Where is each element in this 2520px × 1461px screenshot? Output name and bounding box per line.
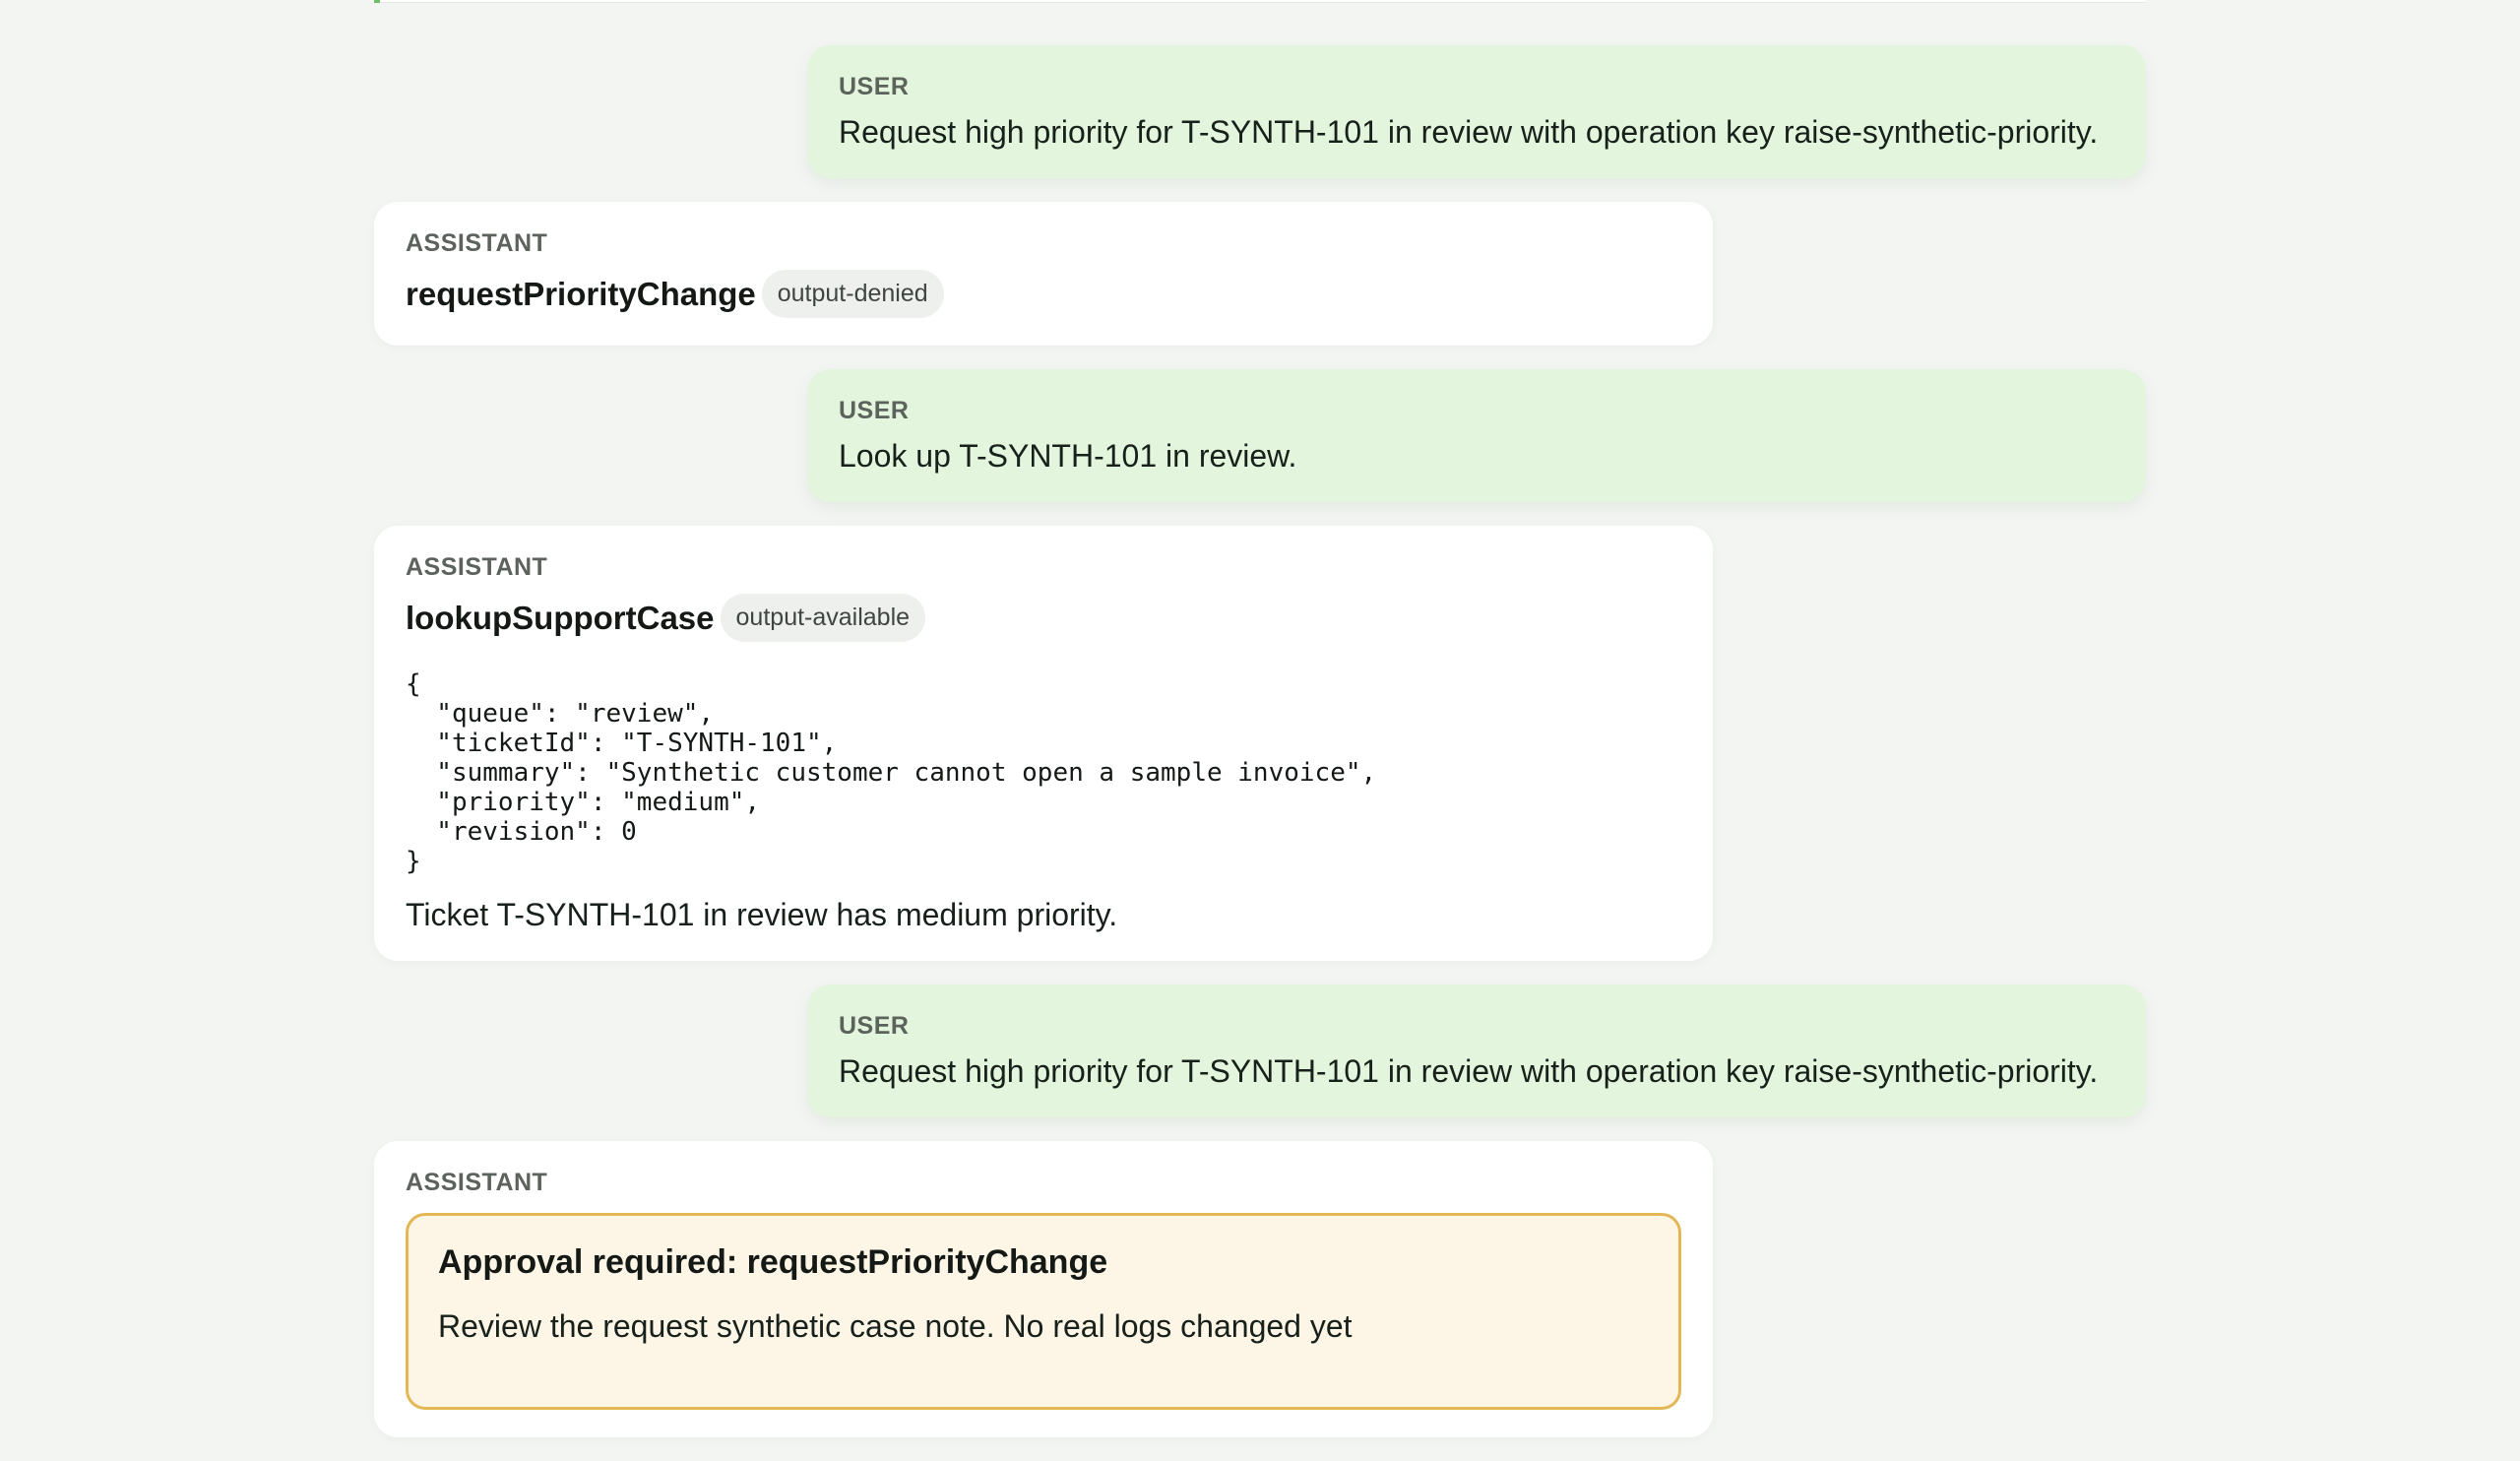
approval-panel: Approval required: requestPriorityChange… bbox=[406, 1213, 1681, 1410]
message-text: Request high priority for T-SYNTH-101 in… bbox=[839, 1053, 2099, 1089]
assistant-message: ASSISTANT lookupSupportCase output-avail… bbox=[374, 526, 1713, 961]
assistant-message: ASSISTANT requestPriorityChange output-d… bbox=[374, 202, 1713, 346]
tool-call-header: lookupSupportCase output-available bbox=[406, 594, 1681, 642]
role-label: ASSISTANT bbox=[406, 229, 548, 257]
assistant-message: ASSISTANT Approval required: requestPrio… bbox=[374, 1141, 1713, 1437]
message-text: Request high priority for T-SYNTH-101 in… bbox=[839, 114, 2099, 150]
approval-body: Review the request synthetic case note. … bbox=[438, 1308, 1353, 1344]
user-message: USER Request high priority for T-SYNTH-1… bbox=[807, 985, 2146, 1117]
user-message: USER Request high priority for T-SYNTH-1… bbox=[807, 45, 2146, 178]
status-badge: output-denied bbox=[761, 270, 944, 318]
message-text: Look up T-SYNTH-101 in review. bbox=[839, 438, 1297, 474]
approval-title: Approval required: requestPriorityChange bbox=[438, 1243, 1108, 1281]
role-label: USER bbox=[839, 73, 910, 100]
role-label: USER bbox=[839, 397, 910, 424]
chat-thread: USER Request high priority for T-SYNTH-1… bbox=[374, 45, 2146, 1461]
tool-name: requestPriorityChange bbox=[406, 275, 756, 312]
role-label: ASSISTANT bbox=[406, 1169, 548, 1196]
tool-call-header: requestPriorityChange output-denied bbox=[406, 270, 1681, 318]
progress-indicator bbox=[374, 0, 380, 3]
user-message: USER Look up T-SYNTH-101 in review. bbox=[807, 369, 2146, 502]
status-badge: output-available bbox=[720, 594, 926, 642]
message-text: Ticket T-SYNTH-101 in review has medium … bbox=[406, 897, 1118, 932]
tool-name: lookupSupportCase bbox=[406, 599, 715, 636]
top-bar bbox=[374, 0, 2146, 3]
role-label: USER bbox=[839, 1012, 910, 1040]
tool-output-json: { "queue": "review", "ticketId": "T-SYNT… bbox=[406, 669, 1377, 876]
role-label: ASSISTANT bbox=[406, 553, 548, 581]
